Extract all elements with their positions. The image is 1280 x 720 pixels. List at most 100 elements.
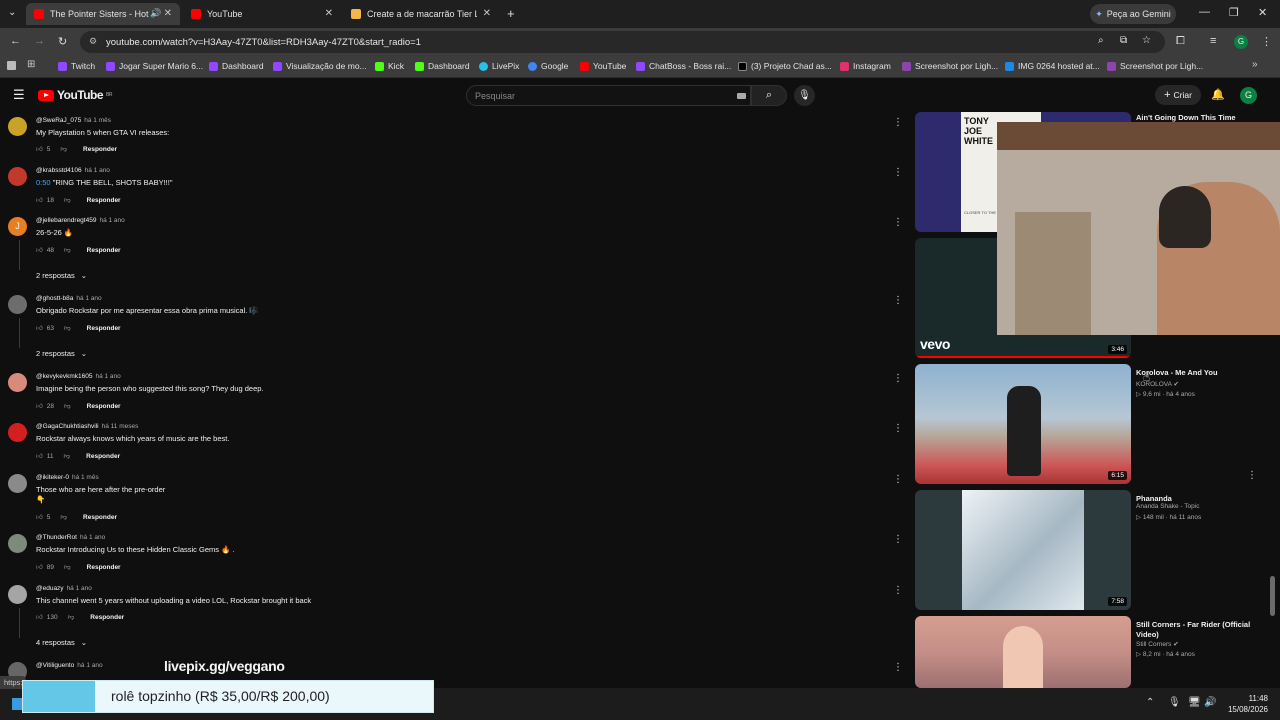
- comment-author[interactable]: @ghostt-b8a: [36, 295, 73, 302]
- bookmark-visualizacao[interactable]: Visualização de mo...: [273, 61, 367, 71]
- bookmark-star-icon[interactable]: ☆: [1142, 35, 1151, 46]
- bookmark-google[interactable]: Google: [528, 61, 568, 71]
- extensions-icon[interactable]: ⧠: [1176, 35, 1185, 48]
- video-title[interactable]: Still Corners - Far Rider (Official Vide…: [1136, 620, 1251, 640]
- comment-author[interactable]: @SweRaJ_075: [36, 117, 81, 124]
- video-menu-icon[interactable]: ⋮: [1247, 470, 1257, 481]
- comment-time[interactable]: há 1 ano: [95, 373, 120, 380]
- comment-time[interactable]: há 1 ano: [85, 167, 110, 174]
- avatar[interactable]: [8, 585, 27, 604]
- comment-menu-icon[interactable]: ⋮: [893, 585, 903, 596]
- apps-icon[interactable]: [7, 61, 16, 70]
- show-replies-button[interactable]: 2 respostas ⌄: [36, 349, 87, 358]
- address-bar[interactable]: ⚙ youtube.com/watch?v=H3Aay-47ZT0&list=R…: [80, 31, 1165, 53]
- dislike-icon[interactable]: 👎︎: [64, 452, 71, 460]
- bookmark-twitch[interactable]: Twitch: [58, 61, 95, 71]
- like-icon[interactable]: 👍︎: [36, 452, 43, 460]
- close-window-icon[interactable]: ✕: [1258, 6, 1267, 19]
- tab-pointer-sisters[interactable]: The Pointer Sisters - Hot To 🔊 ✕: [26, 3, 180, 25]
- grid-icon[interactable]: ⊞: [27, 59, 35, 70]
- dislike-icon[interactable]: 👎︎: [64, 196, 71, 204]
- reply-button[interactable]: Responder: [87, 197, 121, 204]
- audio-icon[interactable]: 🔊: [150, 8, 161, 19]
- like-icon[interactable]: 👍︎: [36, 196, 43, 204]
- dislike-icon[interactable]: 👎︎: [64, 324, 71, 332]
- microphone-icon[interactable]: 🎙: [1168, 697, 1181, 708]
- dislike-icon[interactable]: 👎︎: [64, 563, 71, 571]
- reload-icon[interactable]: ↻: [58, 35, 67, 48]
- minimize-icon[interactable]: —: [1199, 6, 1210, 18]
- like-icon[interactable]: 👍︎: [36, 563, 43, 571]
- site-info-icon[interactable]: ⚙: [89, 36, 97, 47]
- dislike-icon[interactable]: 👎︎: [60, 145, 67, 153]
- keyboard-icon[interactable]: [737, 93, 746, 99]
- channel-row[interactable]: Still Corners ✔: [1136, 640, 1179, 648]
- video-thumbnail[interactable]: 6:15: [915, 364, 1131, 484]
- install-icon[interactable]: ⧉: [1120, 35, 1127, 46]
- channel-name[interactable]: Ananda Shake - Topic: [1136, 503, 1199, 510]
- avatar[interactable]: [8, 167, 27, 186]
- video-thumbnail[interactable]: [915, 616, 1131, 688]
- new-tab-icon[interactable]: +: [507, 6, 515, 21]
- comment-menu-icon[interactable]: ⋮: [893, 217, 903, 228]
- volume-icon[interactable]: 🔊: [1204, 697, 1216, 708]
- reply-button[interactable]: Responder: [87, 325, 121, 332]
- reply-button[interactable]: Responder: [90, 614, 124, 621]
- search-button[interactable]: ⌕: [751, 85, 787, 106]
- bookmark-kick-dashboard[interactable]: Dashboard: [415, 61, 470, 71]
- comment-menu-icon[interactable]: ⋮: [893, 662, 903, 673]
- reply-button[interactable]: Responder: [83, 514, 117, 521]
- dislike-icon[interactable]: 👎︎: [64, 402, 71, 410]
- bookmark-img[interactable]: IMG 0264 hosted at...: [1005, 61, 1100, 71]
- tab-youtube[interactable]: YouTube ✕: [183, 3, 341, 25]
- bookmark-kick[interactable]: Kick: [375, 61, 404, 71]
- comment-author[interactable]: @Vitiliguento: [36, 662, 74, 669]
- like-icon[interactable]: 👍︎: [36, 402, 43, 410]
- close-tab-icon[interactable]: ✕: [164, 8, 172, 19]
- like-icon[interactable]: 👍︎: [36, 246, 43, 254]
- comment-time[interactable]: há 1 ano: [67, 585, 92, 592]
- comment-menu-icon[interactable]: ⋮: [893, 423, 903, 434]
- avatar[interactable]: [8, 295, 27, 314]
- comment-author[interactable]: @krabsstd4106: [36, 167, 82, 174]
- comment-author[interactable]: @eduazy: [36, 585, 64, 592]
- timestamp-link[interactable]: 0:50: [36, 178, 51, 187]
- avatar[interactable]: [8, 373, 27, 392]
- account-avatar[interactable]: G: [1240, 87, 1257, 104]
- more-bookmarks-icon[interactable]: »: [1252, 59, 1258, 70]
- comment-menu-icon[interactable]: ⋮: [893, 474, 903, 485]
- comment-author[interactable]: @jellebarendregt459: [36, 217, 96, 224]
- reply-button[interactable]: Responder: [87, 403, 121, 410]
- forward-icon[interactable]: →: [34, 35, 45, 47]
- comment-time[interactable]: há 1 ano: [77, 662, 102, 669]
- create-button[interactable]: + Criar: [1155, 85, 1201, 105]
- hamburger-menu-icon[interactable]: ☰: [13, 87, 25, 103]
- tray-chevron-icon[interactable]: ⌃: [1146, 697, 1154, 708]
- video-thumbnail[interactable]: 7:58: [915, 490, 1131, 610]
- zoom-icon[interactable]: ⌕: [1098, 35, 1104, 46]
- comment-menu-icon[interactable]: ⋮: [893, 534, 903, 545]
- like-icon[interactable]: 👍︎: [36, 324, 43, 332]
- reply-button[interactable]: Responder: [87, 564, 121, 571]
- comment-time[interactable]: há 1 ano: [99, 217, 124, 224]
- reply-button[interactable]: Responder: [83, 146, 117, 153]
- back-icon[interactable]: ←: [10, 35, 21, 47]
- menu-icon[interactable]: ⋮: [1261, 35, 1272, 48]
- notifications-bell-icon[interactable]: 🔔: [1211, 88, 1225, 101]
- comment-time[interactable]: há 1 mês: [72, 474, 99, 481]
- avatar[interactable]: [8, 423, 27, 442]
- bookmark-instagram[interactable]: Instagram: [840, 61, 891, 71]
- profile-avatar[interactable]: G: [1234, 35, 1248, 49]
- like-icon[interactable]: 👍︎: [36, 613, 43, 621]
- youtube-logo[interactable]: YouTube BR: [38, 88, 112, 102]
- bookmark-livepix[interactable]: LivePix: [479, 61, 519, 71]
- video-title[interactable]: Korolova - Me And You: [1136, 368, 1251, 378]
- bookmark-youtube[interactable]: YouTube: [580, 61, 626, 71]
- bookmark-chatboss[interactable]: ChatBoss - Boss rai...: [636, 61, 731, 71]
- channel-name[interactable]: KOROLOVA: [1136, 381, 1172, 388]
- comment-time[interactable]: há 1 ano: [76, 295, 101, 302]
- comment-time[interactable]: há 1 mês: [84, 117, 111, 124]
- gemini-button[interactable]: ✦ Peça ao Gemini: [1090, 4, 1176, 24]
- avatar[interactable]: [8, 534, 27, 553]
- bookmark-projeto-chad[interactable]: (3) Projeto Chad as...: [738, 61, 832, 71]
